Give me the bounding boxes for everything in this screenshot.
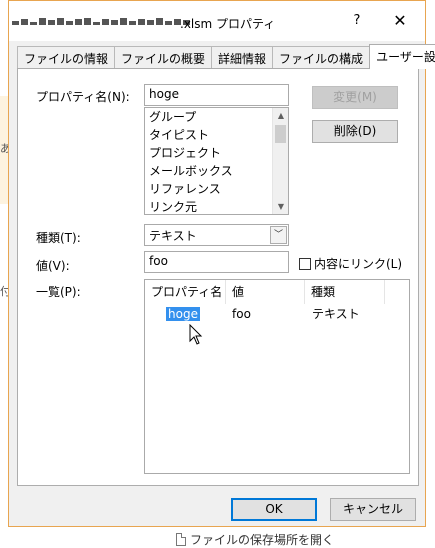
- open-file-location-link[interactable]: ファイルの保存場所を開く: [176, 531, 334, 548]
- properties-list[interactable]: プロパティ名 値 種類 hoge foo テキスト: [144, 279, 410, 474]
- mouse-cursor-icon: [189, 324, 203, 345]
- value-label: 値(V):: [36, 259, 70, 273]
- scroll-thumb[interactable]: [275, 125, 286, 143]
- type-select-value: テキスト: [149, 229, 197, 243]
- list-scrollbar[interactable]: ▲ ▼: [272, 108, 288, 214]
- tab-custom[interactable]: ユーザー設定: [369, 44, 435, 69]
- property-name-label: プロパティ名(N):: [36, 90, 130, 104]
- tab-strip: ファイルの情報 ファイルの概要 詳細情報 ファイルの構成 ユーザー設定: [17, 44, 435, 69]
- cancel-button[interactable]: キャンセル: [330, 498, 416, 521]
- close-icon[interactable]: ✕: [392, 11, 408, 30]
- link-to-content-label: 内容にリンク(L): [314, 257, 403, 271]
- selected-property-name: hoge: [166, 307, 200, 321]
- redacted-filename: [12, 18, 190, 25]
- chevron-down-icon[interactable]: ﹀: [270, 226, 287, 244]
- open-file-location-label: ファイルの保存場所を開く: [190, 533, 335, 547]
- properties-dialog: .xlsm プロパティ ? ✕ ファイルの情報 ファイルの概要 詳細情報 ファイ…: [8, 0, 435, 527]
- properties-list-label: 一覧(P):: [36, 285, 81, 299]
- property-name-input[interactable]: hoge: [144, 84, 289, 106]
- modify-button[interactable]: 変更(M): [312, 86, 398, 109]
- row-type-cell: テキスト: [312, 307, 360, 321]
- type-label: 種類(T):: [36, 231, 81, 245]
- list-item[interactable]: リファレンス: [145, 180, 288, 198]
- tab-details[interactable]: 詳細情報: [211, 46, 274, 68]
- delete-button[interactable]: 削除(D): [312, 120, 398, 143]
- checkbox-box[interactable]: [299, 257, 311, 270]
- tab-contents[interactable]: ファイルの構成: [272, 46, 371, 68]
- custom-properties-panel: プロパティ名(N): hoge グループ タイピスト プロジェクト メールボック…: [17, 68, 419, 486]
- list-item[interactable]: グループ: [145, 108, 288, 126]
- title-bar[interactable]: .xlsm プロパティ ? ✕: [9, 1, 425, 41]
- row-value-cell: foo: [232, 307, 251, 321]
- column-header-value[interactable]: 値: [226, 280, 305, 304]
- row-name-cell: hoge: [145, 305, 232, 323]
- link-to-content-checkbox[interactable]: 内容にリンク(L): [299, 255, 402, 272]
- column-header-name[interactable]: プロパティ名: [145, 280, 226, 304]
- list-item[interactable]: プロジェクト: [145, 144, 288, 162]
- scroll-down-icon[interactable]: ▼: [273, 199, 288, 214]
- table-row[interactable]: hoge foo テキスト: [145, 305, 392, 323]
- tab-file-info[interactable]: ファイルの情報: [17, 46, 116, 68]
- list-item[interactable]: タイピスト: [145, 126, 288, 144]
- value-input[interactable]: foo: [144, 251, 289, 273]
- scroll-up-icon[interactable]: ▲: [273, 108, 288, 123]
- ok-button[interactable]: OK: [231, 498, 317, 521]
- list-item[interactable]: メールボックス: [145, 162, 288, 180]
- help-icon[interactable]: ?: [349, 13, 365, 28]
- property-name-list[interactable]: グループ タイピスト プロジェクト メールボックス リファレンス リンク元 ▲ …: [144, 107, 289, 215]
- column-header-type[interactable]: 種類: [305, 280, 385, 304]
- dialog-title: .xlsm プロパティ: [180, 17, 276, 31]
- document-icon: [176, 533, 186, 546]
- list-item[interactable]: リンク元: [145, 198, 288, 214]
- list-header: プロパティ名 値 種類: [145, 280, 385, 304]
- tab-summary[interactable]: ファイルの概要: [114, 46, 213, 68]
- type-select[interactable]: テキスト ﹀: [144, 224, 289, 246]
